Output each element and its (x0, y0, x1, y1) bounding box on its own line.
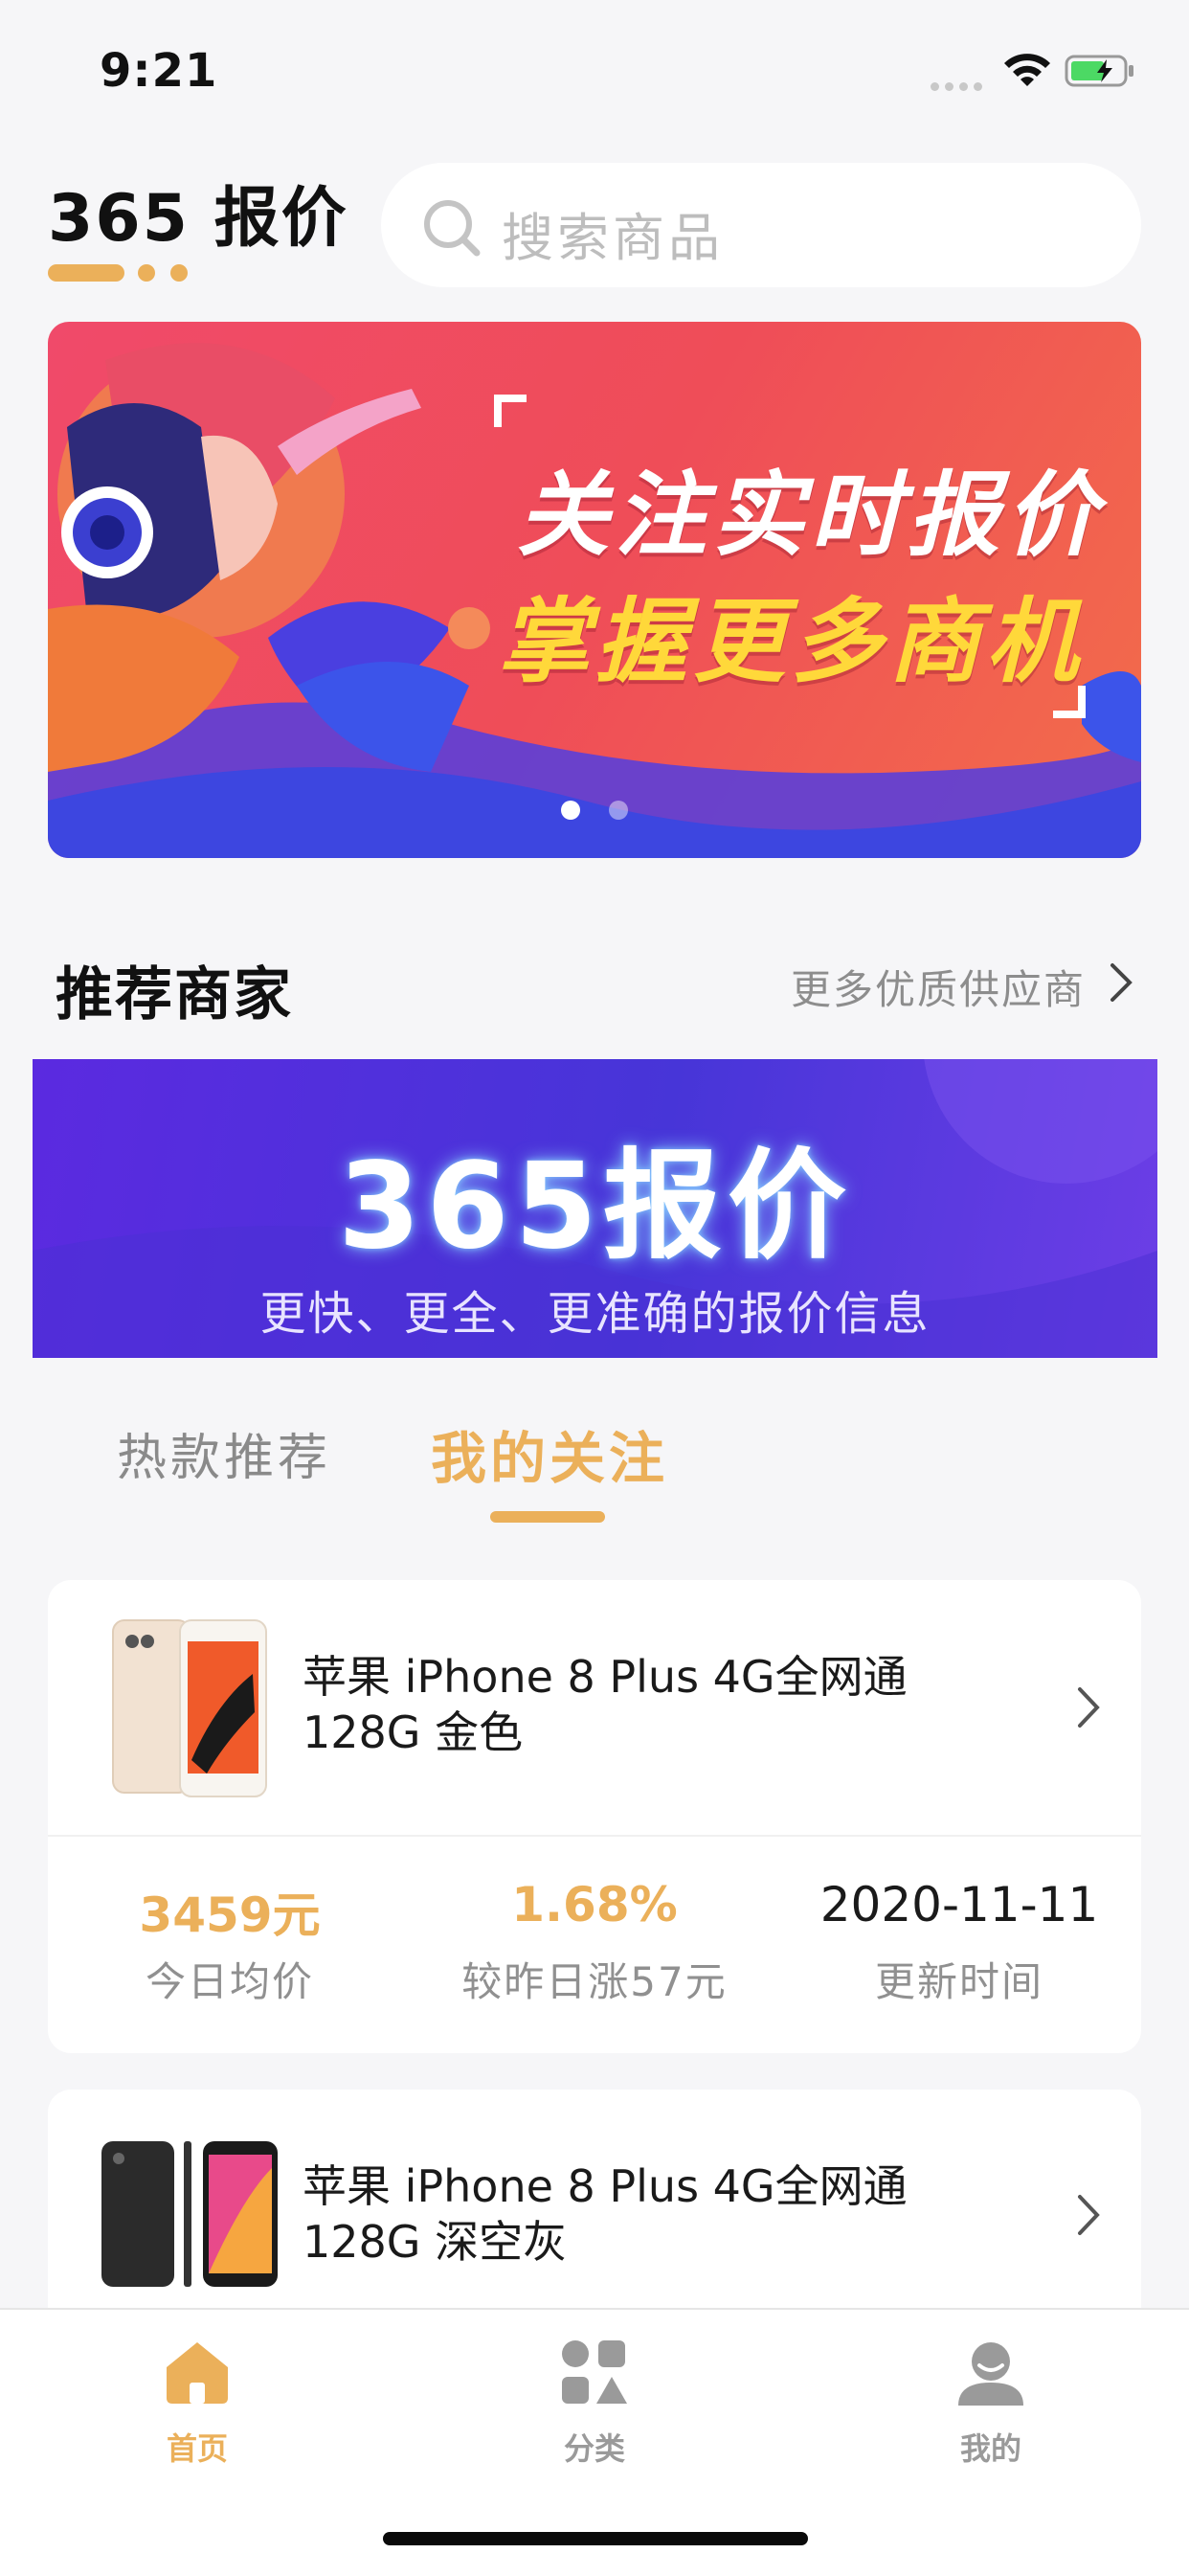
stat-average-price: 3459元 今日均价 (48, 1877, 412, 2008)
stat-update-time: 2020-11-11 更新时间 (777, 1877, 1141, 2008)
tabbar-label: 分类 (563, 2430, 625, 2467)
chevron-right-icon[interactable] (1109, 961, 1133, 1004)
stat-label: 今日均价 (145, 1958, 314, 2005)
section-title: 推荐商家 (56, 961, 293, 1028)
product-name: 苹果 iPhone 8 Plus 4G全网通 128G 深空灰 (303, 2158, 1030, 2270)
chevron-right-icon[interactable] (1076, 1685, 1101, 1729)
stat-label: 较昨日涨57元 (461, 1958, 728, 2005)
search-icon (424, 200, 481, 257)
home-indicator[interactable] (383, 2532, 808, 2545)
product-name: 苹果 iPhone 8 Plus 4G全网通 128G 金色 (303, 1649, 1030, 1760)
tab-hot-items[interactable]: 热款推荐 (117, 1417, 331, 1489)
product-name-line2: 128G 金色 (303, 1706, 524, 1758)
tabbar-item-profile[interactable]: 我的 (895, 2337, 1087, 2469)
tabbar-item-category[interactable]: 分类 (499, 2337, 690, 2469)
tabbar-label: 我的 (959, 2430, 1021, 2467)
battery-icon (1065, 55, 1133, 87)
card-divider (48, 1835, 1141, 1837)
promo-banner[interactable]: 关注实时报价 掌握更多商机 (48, 322, 1141, 858)
stat-value: 3459元 (139, 1887, 321, 1943)
status-time: 9:21 (100, 44, 218, 98)
stat-value: 2020-11-11 (819, 1877, 1099, 1932)
product-image (101, 2141, 278, 2287)
tabbar-item-home[interactable]: 首页 (101, 2337, 293, 2469)
tab-my-follows[interactable]: 我的关注 (431, 1413, 668, 1494)
stat-label: 更新时间 (874, 1958, 1043, 2005)
promo-subtitle: 更快、更全、更准确的报价信息 (259, 1287, 931, 1341)
signal-icon (931, 77, 990, 91)
more-suppliers-link[interactable]: 更多优质供应商 (791, 958, 1086, 1016)
product-image (112, 1619, 267, 1797)
chevron-right-icon[interactable] (1076, 2193, 1101, 2237)
product-name-line2: 128G 深空灰 (303, 2216, 568, 2268)
stat-value: 1.68% (511, 1877, 678, 1932)
home-icon (167, 2342, 228, 2404)
product-name-line1: 苹果 iPhone 8 Plus 4G全网通 (303, 1651, 908, 1703)
carousel-dot[interactable] (609, 801, 628, 820)
promo-title: 365报价 (338, 1138, 852, 1276)
search-bar[interactable]: 搜索商品 (381, 163, 1141, 287)
profile-icon (958, 2342, 1023, 2406)
active-tab-indicator (490, 1511, 605, 1523)
search-placeholder: 搜索商品 (502, 208, 724, 268)
merchant-promo-card[interactable]: 365报价 更快、更全、更准确的报价信息 (33, 1059, 1157, 1358)
category-icon (562, 2340, 627, 2404)
brand-logo: 365 报价 (48, 181, 348, 257)
product-name-line1: 苹果 iPhone 8 Plus 4G全网通 (303, 2160, 908, 2212)
wifi-icon (1004, 54, 1050, 86)
product-card[interactable]: 苹果 iPhone 8 Plus 4G全网通 128G 金色 3459元 今日均… (48, 1580, 1141, 2053)
carousel-dot-active[interactable] (561, 801, 580, 820)
banner-subheadline: 掌握更多商机 (498, 588, 1084, 695)
tabbar-label: 首页 (166, 2430, 228, 2467)
banner-headline: 关注实时报价 (517, 462, 1103, 569)
stat-price-change: 1.68% 较昨日涨57元 (413, 1877, 776, 2008)
